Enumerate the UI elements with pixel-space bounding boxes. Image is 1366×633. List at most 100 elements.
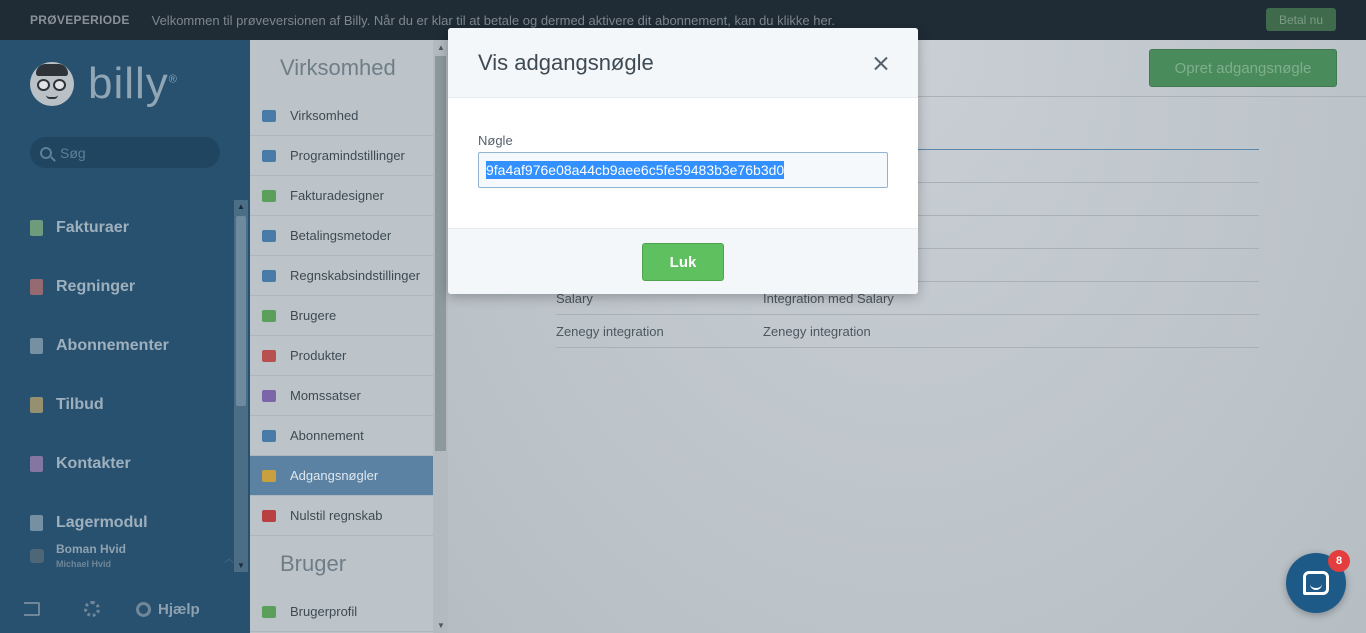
submenu-item-abonnement[interactable]: Abonnement — [250, 416, 433, 456]
show-access-key-dialog: Vis adgangsnøgle Nøgle 9fa4af976e08a44cb… — [448, 28, 918, 294]
dialog-title: Vis adgangsnøgle — [478, 50, 654, 75]
help-label: Hjælp — [158, 600, 200, 618]
notification-badge: 8 — [1328, 550, 1350, 572]
bill-icon — [30, 278, 43, 295]
card-icon — [262, 229, 276, 242]
table-divider — [556, 347, 1259, 348]
billy-mascot-icon — [30, 62, 74, 106]
sidebar-item-tilbud[interactable]: Tilbud — [0, 375, 234, 434]
scroll-down-icon[interactable]: ▼ — [237, 561, 245, 570]
key-description: Zenegy integration — [763, 324, 871, 339]
submenu-item-label: Brugere — [290, 308, 337, 323]
inventory-icon — [30, 514, 43, 531]
submenu-item-label: Betalingsmetoder — [290, 228, 392, 243]
dialog-footer: Luk — [448, 228, 918, 294]
sidebar-scrollbar[interactable]: ▲ ▼ — [234, 200, 248, 572]
key-icon — [262, 469, 276, 482]
submenu-item-label: Fakturadesigner — [290, 188, 384, 203]
sidebar-item-label: Lagermodul — [56, 513, 148, 531]
submenu-item-nulstil-regnskab[interactable]: Nulstil regnskab — [250, 496, 433, 536]
pay-now-button[interactable]: Betal nu — [1266, 8, 1336, 31]
submenu-item-brugere[interactable]: Brugere — [250, 296, 433, 336]
products-icon — [262, 349, 276, 362]
user-menu[interactable]: Boman Hvid Michael Hvid — [30, 542, 126, 569]
sidebar-item-abonnementer[interactable]: Abonnementer — [0, 316, 234, 375]
users-icon — [262, 309, 276, 322]
submenu-item-label: Nulstil regnskab — [290, 508, 383, 523]
submenu-heading-user: Bruger — [280, 551, 347, 576]
submenu-user-list: Brugerprofil — [250, 592, 448, 632]
submenu-scroll-thumb[interactable] — [435, 56, 446, 451]
scroll-up-icon[interactable]: ▲ — [437, 43, 445, 52]
submenu-item-betalingsmetoder[interactable]: Betalingsmetoder — [250, 216, 433, 256]
scroll-up-icon[interactable]: ▲ — [237, 202, 245, 211]
submenu-scrollbar[interactable]: ▲ ▼ — [433, 40, 448, 633]
billy-logo[interactable]: billy® — [30, 62, 178, 106]
sidebar-item-regninger[interactable]: Regninger — [0, 257, 234, 316]
table-row[interactable]: Zenegy integration Zenegy integration — [556, 315, 1259, 348]
key-name: Zenegy integration — [556, 324, 664, 339]
sidebar-item-label: Fakturaer — [56, 218, 129, 236]
sidebar-scroll-thumb[interactable] — [236, 216, 246, 406]
trial-text[interactable]: Velkommen til prøveversionen af Billy. N… — [152, 13, 835, 28]
sidebar-item-kontakter[interactable]: Kontakter — [0, 434, 234, 493]
contacts-icon — [30, 455, 43, 472]
sidebar-item-label: Regninger — [56, 277, 136, 295]
main-sidebar: billy® Fakturaer Regninger Abonnementer Til… — [0, 40, 250, 633]
scroll-down-icon[interactable]: ▼ — [437, 621, 445, 630]
access-key-value[interactable]: 9fa4af976e08a44cb9aee6c5fe59483b3e76b3d0 — [486, 161, 785, 179]
submenu-item-momssatser[interactable]: Momssatser — [250, 376, 433, 416]
designer-icon — [262, 189, 276, 202]
submenu-item-virksomhed[interactable]: Virksomhed — [250, 96, 433, 136]
search-input[interactable] — [60, 144, 210, 161]
subscription-icon — [30, 337, 43, 354]
submenu-item-label: Programindstillinger — [290, 148, 405, 163]
logout-icon[interactable] — [24, 602, 40, 616]
submenu-item-label: Virksomhed — [290, 108, 359, 123]
main-nav: Fakturaer Regninger Abonnementer Tilbud Kont… — [0, 198, 234, 552]
logo-text: billy® — [88, 59, 178, 108]
search-icon — [40, 146, 52, 159]
submenu-item-produkter[interactable]: Produkter — [250, 336, 433, 376]
submenu-item-label: Regnskabsindstillinger — [290, 268, 421, 283]
company-icon — [262, 109, 276, 122]
lifebuoy-icon — [136, 601, 151, 617]
submenu-company-list: Virksomhed Programindstillinger Fakturades… — [250, 96, 448, 536]
reset-icon — [262, 509, 276, 522]
submenu-item-adgangsnøgler[interactable]: Adgangsnøgler — [250, 456, 433, 496]
gear-icon[interactable] — [84, 601, 100, 617]
dialog-body: Nøgle 9fa4af976e08a44cb9aee6c5fe59483b3e… — [448, 98, 918, 228]
vat-icon — [262, 389, 276, 402]
invoice-icon — [30, 219, 43, 236]
dialog-header: Vis adgangsnøgle — [448, 28, 918, 98]
submenu-item-label: Abonnement — [290, 428, 364, 443]
submenu-item-regnskabsindstillinger[interactable]: Regnskabsindstillinger — [250, 256, 433, 296]
submenu-item-label: Produkter — [290, 348, 347, 363]
submenu-item-programindstillinger[interactable]: Programindstillinger — [250, 136, 433, 176]
sidebar-footer: Hjælp — [0, 585, 250, 633]
gear-icon — [262, 149, 276, 162]
accounting-icon — [262, 269, 276, 282]
user-organization: Michael Hvid — [56, 559, 112, 569]
submenu-item-label: Momssatser — [290, 388, 361, 403]
access-key-field[interactable]: 9fa4af976e08a44cb9aee6c5fe59483b3e76b3d0 — [478, 152, 888, 188]
sidebar-item-label: Kontakter — [56, 454, 131, 472]
subscription-icon — [262, 429, 276, 442]
submenu-heading-company: Virksomhed — [280, 55, 396, 80]
chevron-up-icon[interactable]: ︿ — [224, 550, 234, 565]
submenu-item-fakturadesigner[interactable]: Fakturadesigner — [250, 176, 433, 216]
profile-icon — [262, 605, 276, 618]
help-button[interactable]: Hjælp — [136, 601, 200, 618]
submenu-item-label: Adgangsnøgler — [290, 468, 379, 483]
key-field-label: Nøgle — [478, 133, 513, 148]
chat-icon — [1303, 571, 1329, 595]
sidebar-item-label: Abonnementer — [56, 336, 169, 354]
sidebar-item-fakturaer[interactable]: Fakturaer — [0, 198, 234, 257]
submenu-item-brugerprofil[interactable]: Brugerprofil — [250, 592, 433, 632]
avatar — [30, 548, 44, 563]
sidebar-item-label: Tilbud — [56, 395, 104, 413]
search-box[interactable] — [30, 137, 220, 168]
close-button[interactable]: Luk — [642, 243, 724, 281]
close-icon[interactable] — [872, 55, 889, 72]
create-access-key-button[interactable]: Opret adgangsnøgle — [1149, 49, 1337, 87]
